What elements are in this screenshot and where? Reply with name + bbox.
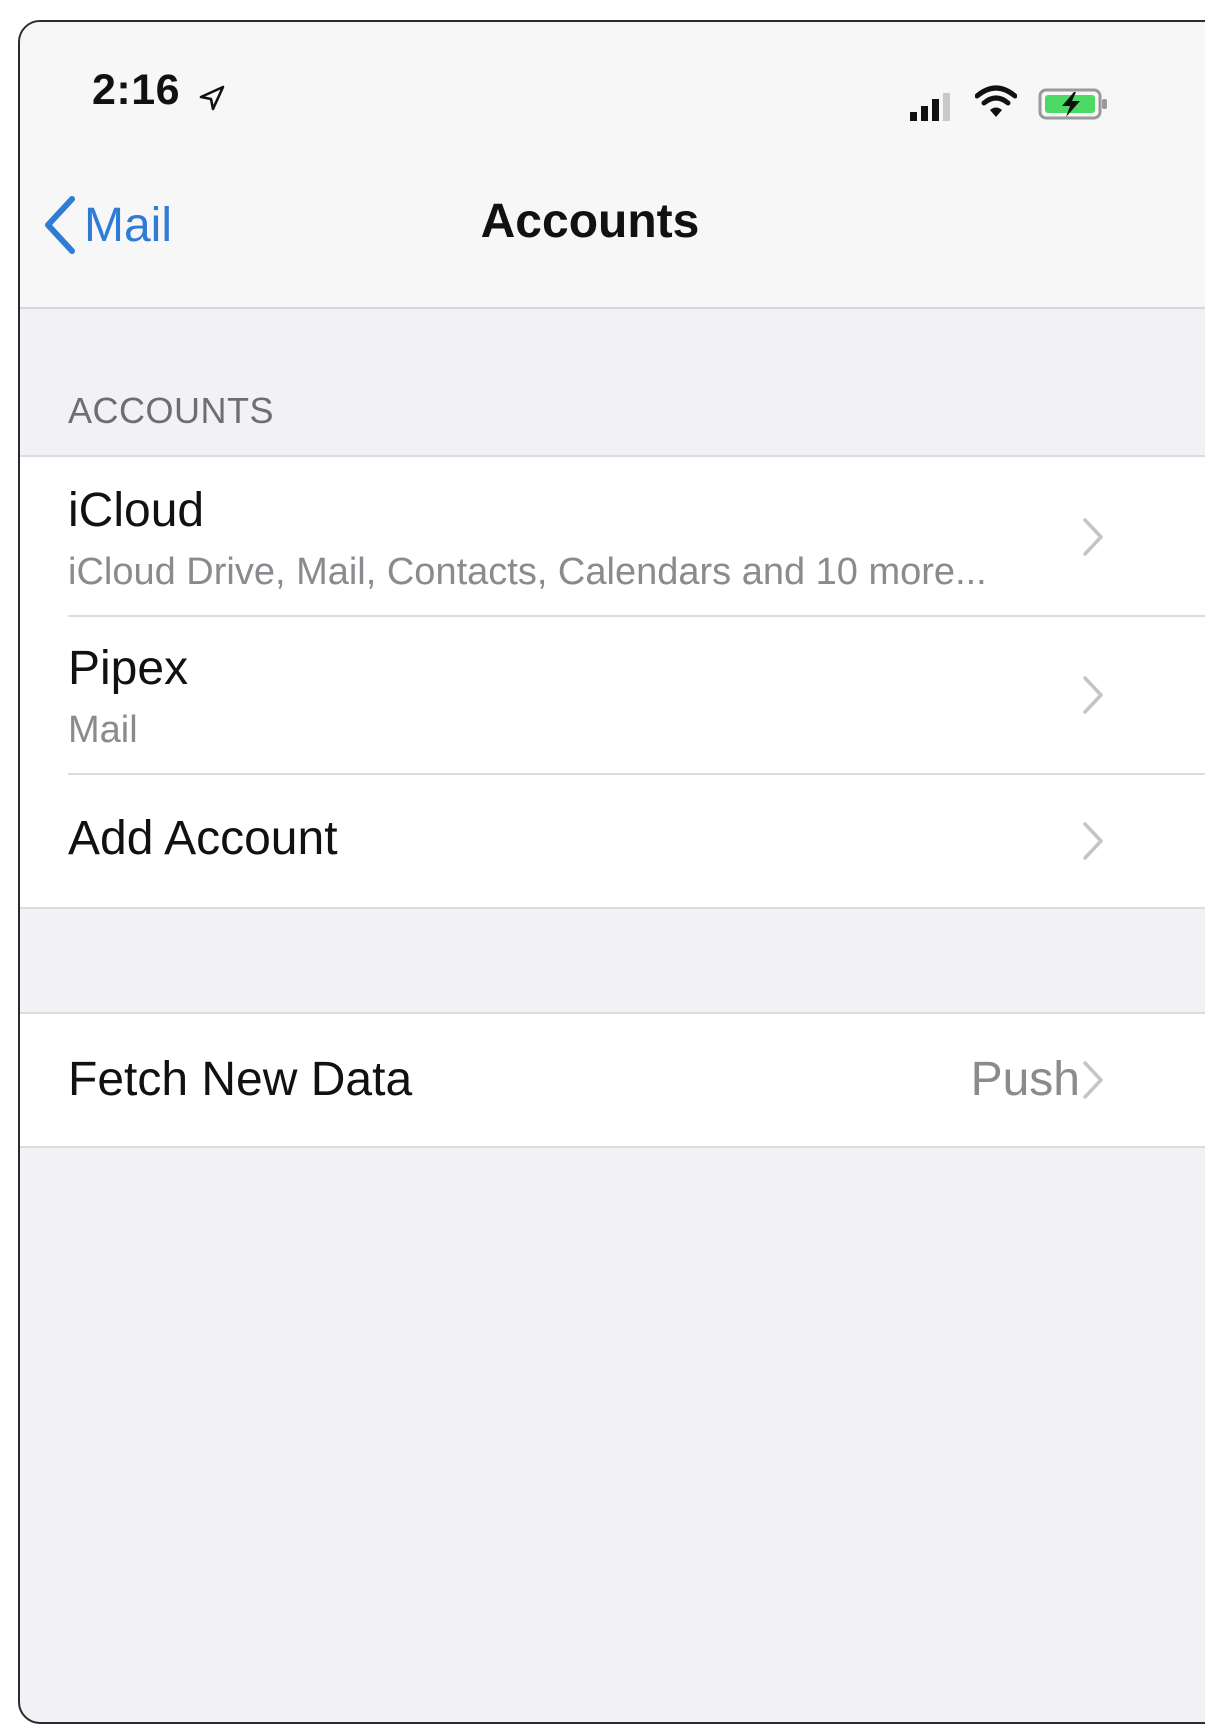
status-time: 2:16	[92, 66, 181, 114]
account-subtitle: Mail	[68, 709, 138, 751]
add-account-label: Add Account	[68, 812, 338, 865]
account-subtitle: iCloud Drive, Mail, Contacts, Calendars …	[68, 551, 987, 593]
cellular-signal-icon	[910, 93, 950, 121]
chevron-right-icon	[1083, 1061, 1103, 1099]
section-header-accounts: ACCOUNTS	[68, 390, 275, 431]
account-title: Pipex	[68, 642, 189, 695]
fetch-new-data-label: Fetch New Data	[68, 1053, 413, 1106]
account-row-pipex[interactable]: Pipex Mail	[20, 615, 1205, 773]
chevron-right-icon	[1083, 822, 1103, 860]
phone-screen: 2:16 Mail Accounts ACCOUNTS iCloud iClou…	[18, 20, 1205, 1724]
fetch-new-data-value: Push	[970, 1053, 1080, 1106]
fetch-list: Fetch New Data Push	[20, 1012, 1205, 1148]
page-title: Accounts	[480, 195, 700, 248]
fetch-new-data-row[interactable]: Fetch New Data Push	[20, 1014, 1205, 1146]
account-row-icloud[interactable]: iCloud iCloud Drive, Mail, Contacts, Cal…	[20, 457, 1205, 615]
battery-charging-icon	[1038, 88, 1107, 120]
accounts-list: iCloud iCloud Drive, Mail, Contacts, Cal…	[20, 455, 1205, 909]
add-account-row[interactable]: Add Account	[20, 773, 1205, 907]
account-title: iCloud	[68, 484, 205, 537]
chevron-right-icon	[1083, 676, 1103, 714]
chevron-right-icon	[1083, 518, 1103, 556]
header-area: 2:16 Mail Accounts	[20, 22, 1205, 309]
wifi-icon	[975, 85, 1017, 117]
location-arrow-icon	[199, 85, 225, 111]
